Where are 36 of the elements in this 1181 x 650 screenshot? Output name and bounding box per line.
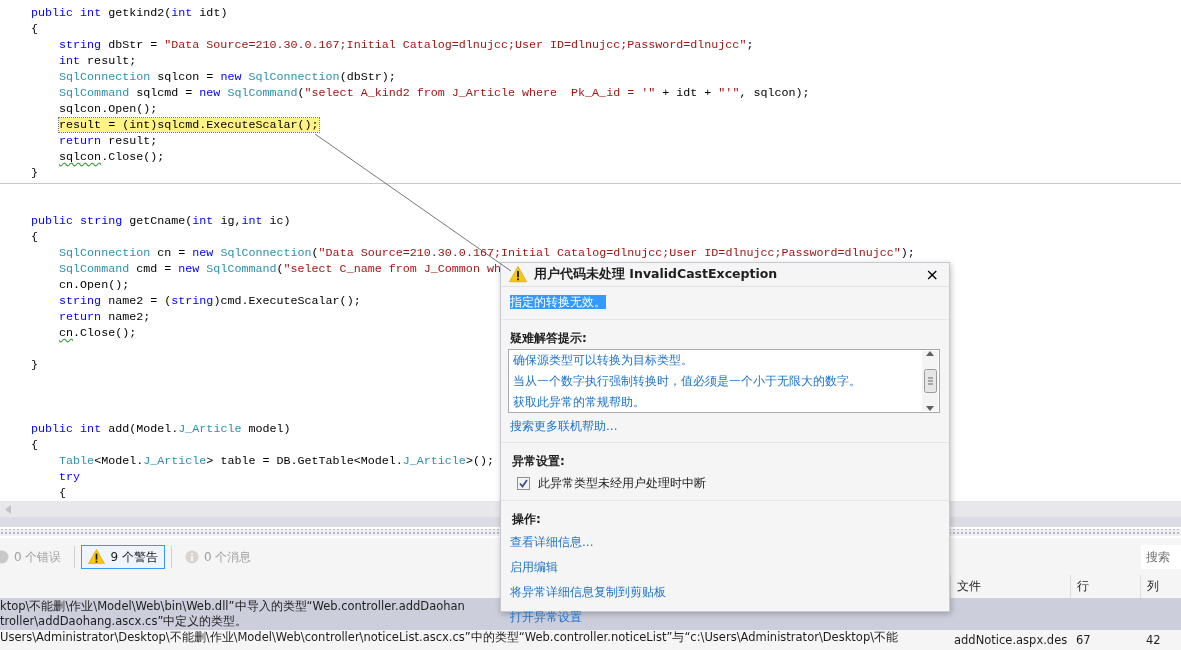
code-line: SqlConnection sqlcon = new SqlConnection(dbStr); (59, 70, 396, 84)
table-cell: 67 (1076, 633, 1091, 647)
checkbox-label: 此异常类型未经用户处理时中断 (538, 475, 706, 492)
code-line: string name2 = (string)cmd.ExecuteScalar(); (59, 294, 361, 308)
code-line: public int getkind2(int idt) (31, 6, 228, 20)
table-cell: addNotice.aspx.des (954, 633, 1068, 647)
code-line: try (59, 470, 81, 484)
code-line: int result; (59, 54, 137, 68)
error-description: troller\addDaohang.ascx.cs”中定义的类型。 (0, 614, 248, 628)
section-heading: 疑难解答提示: (510, 331, 587, 345)
code-line: cn.Close(); (59, 326, 137, 340)
code-line: public int add(Model.J_Article model) (31, 422, 291, 436)
popup-title: 用户代码未处理 InvalidCastException (534, 265, 778, 284)
code-line: } (31, 166, 38, 180)
error-description: ktop\不能删\作业\Model\Web\bin\Web.dll”中导入的类型“Web.controller.addDaohan (0, 599, 465, 613)
error-description: Users\Administrator\Desktop\不能删\作业\Model\Web\controller\noticeList.ascx.cs”中的类型“Web.controller.noticeList”与“c:\Users\Administrator\Desktop\不能 (0, 630, 899, 644)
code-line: cn.Open(); (59, 278, 130, 292)
code-line: { (31, 438, 38, 452)
error-message: 指定的转换无效。 (510, 295, 606, 309)
code-line: { (59, 486, 67, 500)
code-line: sqlcon.Open(); (59, 102, 158, 116)
code-line: return result; (59, 134, 158, 148)
code-line: return name2; (59, 310, 151, 324)
section-heading: 异常设置: (512, 454, 565, 468)
code-line: SqlConnection cn = new SqlConnection("Data Source=210.30.0.167;Initial Catalog=dlnujcc;User ID=dlnujcc;Password=dlnujcc"); (59, 246, 915, 260)
code-line: SqlCommand sqlcmd = new SqlCommand("select A_kind2 from J_Article where Pk_A_id = '" + idt + "'", sqlcon); (59, 86, 810, 100)
table-cell: 42 (1146, 633, 1161, 647)
code-line: SqlCommand cmd = new SqlCommand("select C_name from J_Common wh (59, 262, 501, 276)
code-line: sqlcon.Close(); (59, 150, 165, 164)
code-line: { (31, 22, 38, 36)
code-line: Table<Model.J_Article> table = DB.GetTable<Model.J_Article>(); (59, 454, 494, 468)
code-line: } (31, 358, 38, 372)
code-line: public string getCname(int ig,int ic) (31, 214, 291, 228)
code-line: { (31, 230, 38, 244)
section-heading: 操作: (512, 512, 541, 526)
code-line: string dbStr = "Data Source=210.30.0.167;Initial Catalog=dlnujcc;User ID=dlnujcc;Password=dlnujcc"; (59, 38, 754, 52)
